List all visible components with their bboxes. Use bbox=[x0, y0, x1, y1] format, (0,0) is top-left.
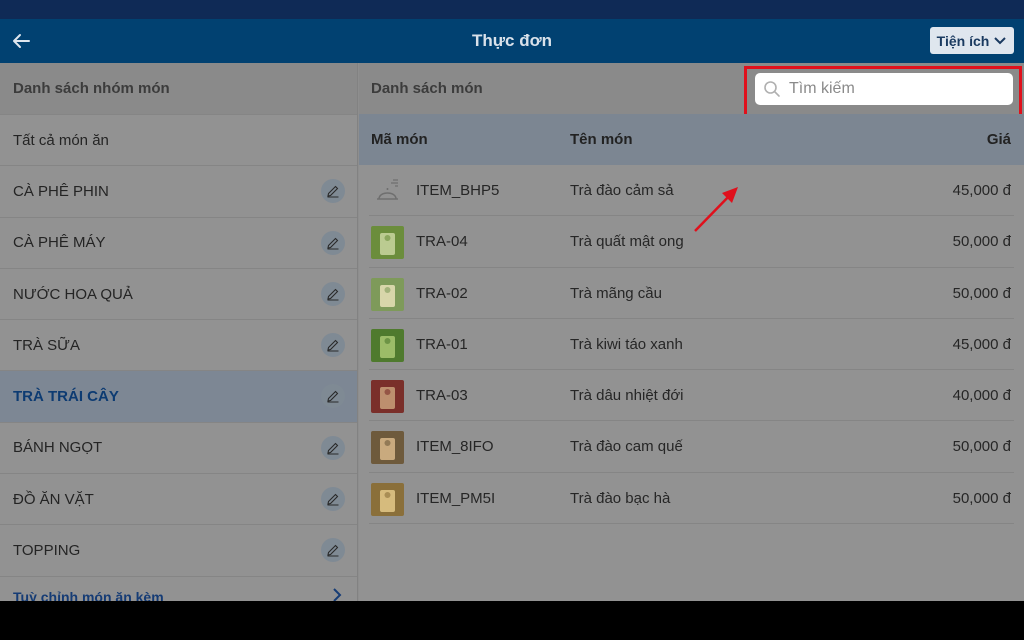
item-code: TRA-04 bbox=[416, 233, 468, 251]
col-code-header: Mã món bbox=[371, 131, 428, 148]
item-name: Trà đào cam quế bbox=[570, 438, 683, 456]
sidebar-item-label: BÁNH NGỌT bbox=[13, 439, 103, 457]
pencil-icon bbox=[327, 493, 339, 506]
app-header: Thực đơn Tiện ích bbox=[0, 19, 1024, 63]
content-area: Danh sách nhóm món Tất cả món ăn CÀ PHÊ … bbox=[0, 63, 1024, 601]
item-name: Trà kiwi táo xanh bbox=[570, 335, 683, 353]
table-row[interactable]: TRA-03 Trà dâu nhiệt đới 40,000 đ bbox=[369, 370, 1014, 422]
dish-thumbnail bbox=[371, 277, 404, 311]
edit-group-button[interactable] bbox=[321, 487, 345, 512]
pencil-icon bbox=[327, 237, 339, 250]
edit-group-button[interactable] bbox=[321, 230, 345, 255]
item-name: Trà mãng cầu bbox=[570, 284, 662, 302]
edit-group-button[interactable] bbox=[321, 538, 345, 563]
col-name-header: Tên món bbox=[570, 131, 633, 148]
item-code: TRA-03 bbox=[416, 387, 468, 405]
customize-sides-link[interactable]: Tuỳ chỉnh món ăn kèm bbox=[0, 575, 357, 601]
sidebar-item-label: TRÀ SỮA bbox=[13, 336, 80, 354]
item-code: ITEM_BHP5 bbox=[416, 182, 500, 199]
page-title: Thực đơn bbox=[471, 31, 553, 50]
sidebar-heading: Danh sách nhóm món bbox=[0, 63, 357, 114]
sidebar-item-label: NƯỚC HOA QUẢ bbox=[13, 285, 133, 303]
item-list-header: Danh sách món Tìm kiếm bbox=[359, 63, 1024, 121]
item-price: 45,000 đ bbox=[952, 182, 1011, 199]
sidebar-item-group[interactable]: TRÀ TRÁI CÂY bbox=[0, 370, 357, 422]
chevron-down-icon bbox=[994, 36, 1007, 44]
group-sidebar: Danh sách nhóm món Tất cả món ăn CÀ PHÊ … bbox=[0, 63, 358, 601]
table-row[interactable]: ITEM_PM5I Trà đào bạc hà 50,000 đ bbox=[369, 473, 1014, 525]
item-name: Trà đào bạc hà bbox=[570, 489, 671, 507]
item-price: 45,000 đ bbox=[952, 335, 1011, 353]
customize-sides-label: Tuỳ chỉnh món ăn kèm bbox=[13, 588, 164, 601]
table-row[interactable]: TRA-02 Trà mãng cầu 50,000 đ bbox=[369, 268, 1014, 319]
col-price-header: Giá bbox=[986, 131, 1011, 148]
edit-group-button[interactable] bbox=[321, 333, 345, 358]
sidebar-item-group[interactable]: TRÀ SỮA bbox=[0, 319, 357, 370]
item-price: 50,000 đ bbox=[952, 233, 1011, 251]
item-code: ITEM_8IFO bbox=[416, 438, 494, 456]
sidebar-item-label: TOPPING bbox=[13, 542, 81, 560]
item-price: 40,000 đ bbox=[952, 387, 1011, 405]
pencil-icon bbox=[327, 288, 339, 301]
status-bar bbox=[0, 0, 1024, 19]
dish-thumbnail bbox=[371, 226, 404, 260]
edit-group-button[interactable] bbox=[321, 435, 345, 460]
edit-group-button[interactable] bbox=[321, 179, 345, 204]
item-code: ITEM_PM5I bbox=[416, 489, 496, 507]
item-code: TRA-02 bbox=[416, 284, 468, 302]
chevron-right-icon bbox=[333, 587, 342, 601]
sidebar-item-group[interactable]: ĐỒ ĂN VẶT bbox=[0, 473, 357, 524]
item-price: 50,000 đ bbox=[952, 489, 1011, 507]
pencil-icon bbox=[327, 442, 339, 455]
edit-group-button[interactable] bbox=[321, 384, 345, 409]
sidebar-item-label: ĐỒ ĂN VẶT bbox=[13, 490, 94, 508]
utilities-label: Tiện ích bbox=[936, 32, 990, 49]
dish-thumbnail bbox=[371, 482, 404, 516]
utilities-button[interactable]: Tiện ích bbox=[930, 27, 1014, 54]
dish-thumbnail bbox=[371, 328, 404, 362]
sidebar-item-label: TRÀ TRÁI CÂY bbox=[13, 388, 119, 406]
table-header: Mã món Tên món Giá bbox=[359, 114, 1024, 165]
menu-screen: Thực đơn Tiện ích Danh sách nhóm món Tất… bbox=[0, 0, 1024, 640]
sidebar-item-all[interactable]: Tất cả món ăn bbox=[0, 114, 357, 165]
sidebar-item-group[interactable]: TOPPING bbox=[0, 524, 357, 575]
sidebar-item-label: CÀ PHÊ PHIN bbox=[13, 182, 109, 200]
sidebar-item-label: Tất cả món ăn bbox=[13, 131, 109, 149]
pencil-icon bbox=[327, 391, 339, 404]
item-list-heading: Danh sách món bbox=[371, 80, 483, 97]
sidebar-item-group[interactable]: CÀ PHÊ MÁY bbox=[0, 216, 357, 268]
sidebar-item-label: CÀ PHÊ MÁY bbox=[13, 234, 106, 252]
item-price: 50,000 đ bbox=[952, 284, 1011, 302]
sidebar-item-group[interactable]: BÁNH NGỌT bbox=[0, 421, 357, 473]
pencil-icon bbox=[327, 339, 339, 352]
edit-group-button[interactable] bbox=[321, 281, 345, 306]
pencil-icon bbox=[327, 545, 339, 557]
dish-placeholder-icon bbox=[377, 179, 398, 200]
table-row[interactable]: TRA-01 Trà kiwi táo xanh 45,000 đ bbox=[369, 319, 1014, 371]
item-list-panel: Danh sách món Tìm kiếm Mã món Tên món Gi… bbox=[359, 63, 1024, 601]
sidebar-item-group[interactable]: NƯỚC HOA QUẢ bbox=[0, 267, 357, 319]
item-price: 50,000 đ bbox=[952, 438, 1011, 456]
table-row[interactable]: ITEM_8IFO Trà đào cam quế 50,000 đ bbox=[369, 421, 1014, 473]
item-name: Trà đào cảm sả bbox=[570, 182, 674, 199]
item-code: TRA-01 bbox=[416, 335, 468, 353]
item-name: Trà dâu nhiệt đới bbox=[570, 387, 684, 405]
sidebar-item-group[interactable]: CÀ PHÊ PHIN bbox=[0, 165, 357, 216]
item-name: Trà quất mật ong bbox=[570, 233, 684, 251]
dish-thumbnail bbox=[371, 380, 404, 414]
dish-thumbnail bbox=[371, 431, 404, 465]
pencil-icon bbox=[327, 186, 339, 198]
pointer-arrow-icon bbox=[694, 187, 738, 232]
search-highlight-box bbox=[744, 66, 1022, 121]
